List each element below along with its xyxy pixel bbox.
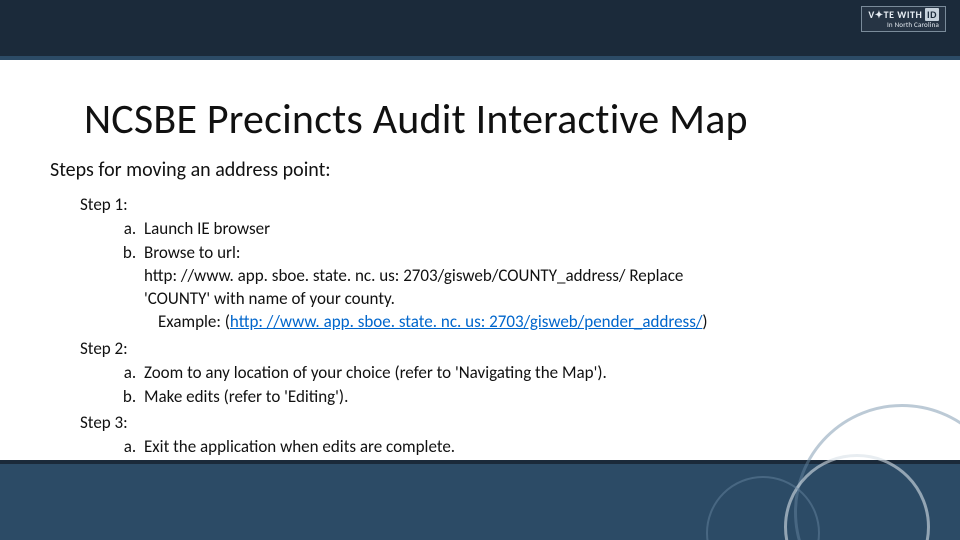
example-post: ) [702, 311, 707, 332]
step2-b: Make edits (refer to 'Editing'). [140, 386, 840, 409]
step1-list: Launch IE browser Browse to url: http: /… [118, 218, 840, 334]
step3-a: Exit the application when edits are comp… [140, 436, 840, 459]
page-title: NCSBE Precincts Audit Interactive Map [84, 94, 748, 145]
step1-label: Step 1: [80, 194, 840, 217]
step3-label: Step 3: [80, 412, 840, 435]
step1-b-url: http: //www. app. sboe. state. nc. us: 2… [144, 265, 683, 286]
top-band: V✦TE WITH ID In North Carolina [0, 0, 960, 60]
step1-b-lead: Browse to url: [144, 242, 240, 263]
step3-list: Exit the application when edits are comp… [118, 436, 840, 459]
logo-line1: V✦TE WITH ID [868, 10, 939, 20]
logo-line2: In North Carolina [868, 21, 939, 28]
example-url-link[interactable]: http: //www. app. sboe. state. nc. us: 2… [230, 311, 703, 332]
step2-a: Zoom to any location of your choice (ref… [140, 362, 840, 385]
step1-example: Example: (http: //www. app. sboe. state.… [158, 311, 708, 332]
vote-with-id-logo: V✦TE WITH ID In North Carolina [861, 6, 946, 32]
page-subtitle: Steps for moving an address point: [50, 158, 331, 182]
star-icon: ✦ [875, 8, 884, 21]
step1-b-tail: 'COUNTY' with name of your county. [144, 288, 395, 309]
step1-a: Launch IE browser [140, 218, 840, 241]
step2-label: Step 2: [80, 338, 840, 361]
step1-b: Browse to url: http: //www. app. sboe. s… [140, 242, 840, 334]
slide: V✦TE WITH ID In North Carolina NCSBE Pre… [0, 0, 960, 540]
example-pre: Example: ( [158, 311, 230, 332]
steps-content: Step 1: Launch IE browser Browse to url:… [80, 190, 840, 460]
step2-list: Zoom to any location of your choice (ref… [118, 362, 840, 409]
